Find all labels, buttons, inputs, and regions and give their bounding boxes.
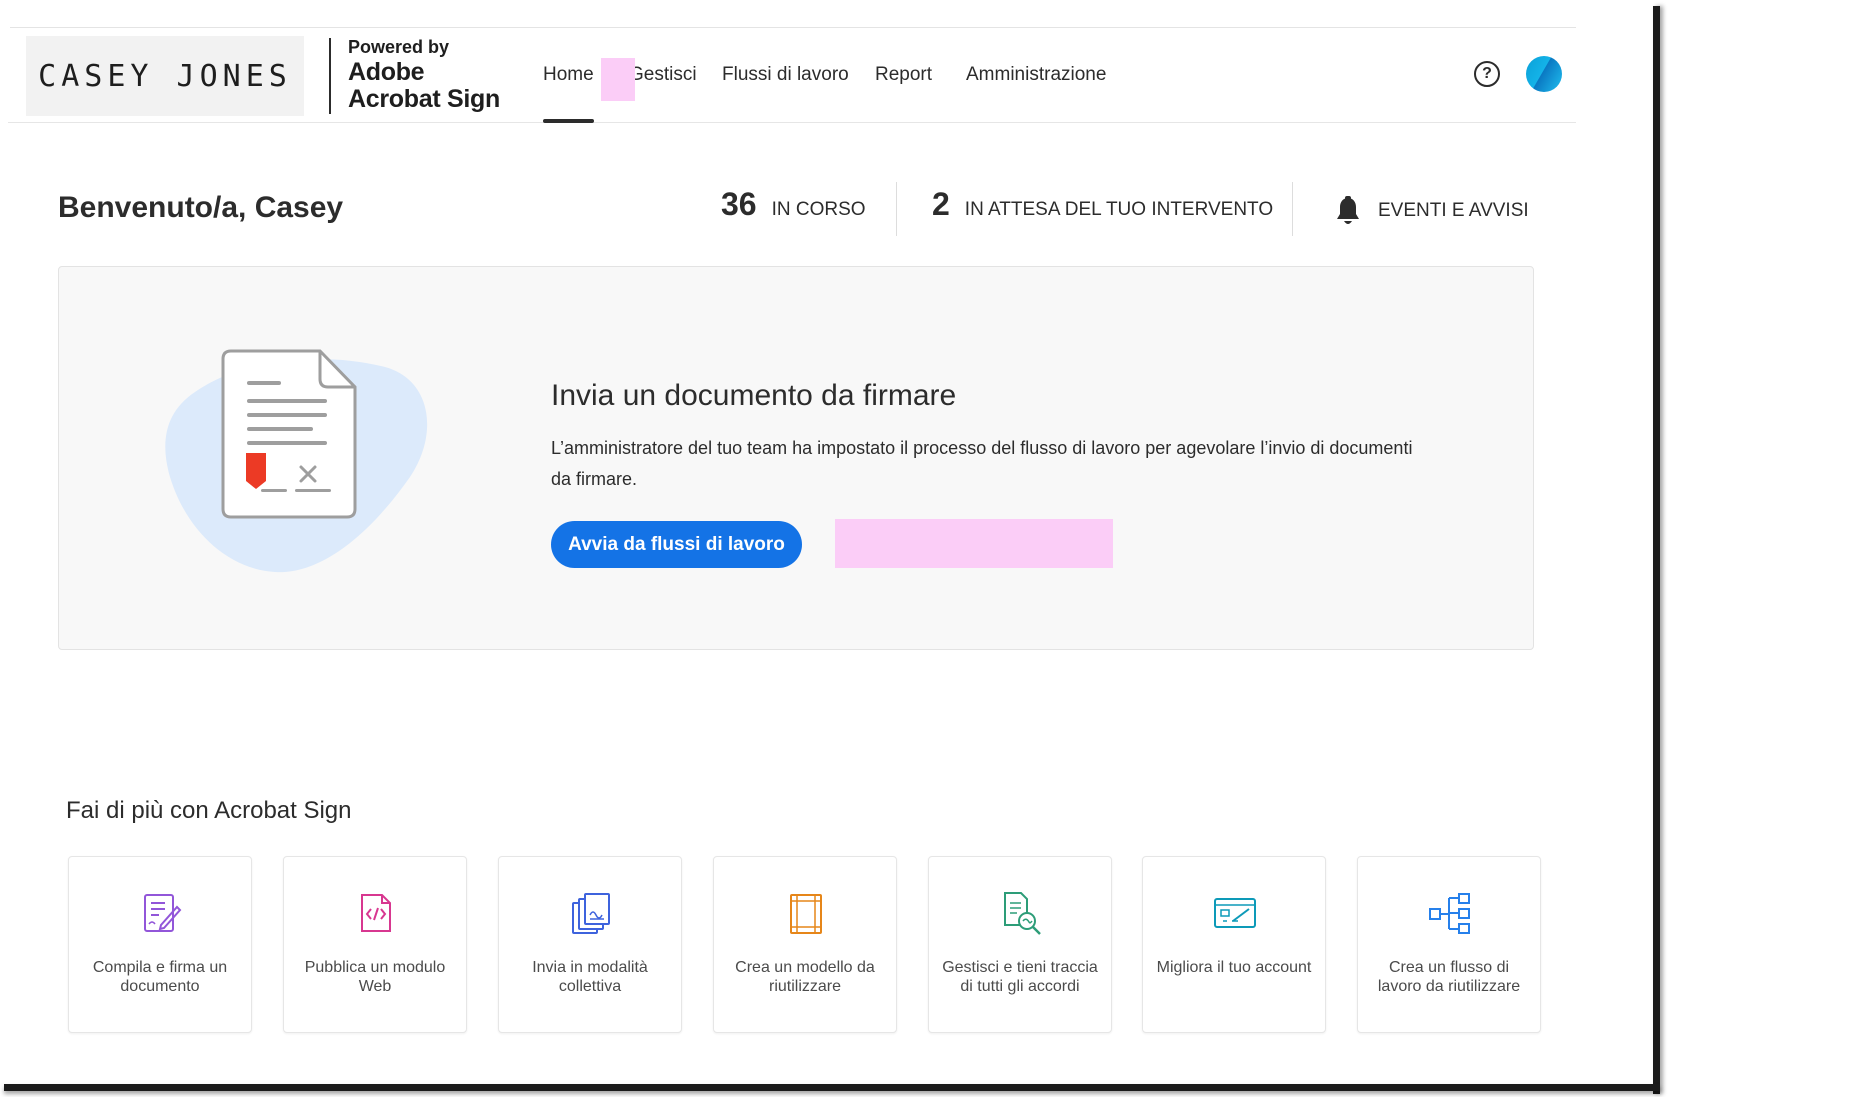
tile-label: Crea un modello da riutilizzare bbox=[735, 959, 875, 995]
stat-divider bbox=[1292, 182, 1293, 236]
tile-template[interactable]: Crea un modello da riutilizzare bbox=[713, 856, 897, 1033]
start-from-workflows-button[interactable]: Avvia da flussi di lavoro bbox=[551, 521, 802, 568]
nav-home[interactable]: Home bbox=[543, 64, 594, 86]
window-frame-bottom bbox=[4, 1084, 1660, 1091]
bell-icon[interactable] bbox=[1334, 196, 1362, 233]
account-upgrade-icon bbox=[1214, 898, 1256, 928]
nav-active-indicator bbox=[543, 119, 594, 123]
tile-bulk-send[interactable]: Invia in modalità collettiva bbox=[498, 856, 682, 1033]
question-circle-icon[interactable]: ? bbox=[1474, 61, 1500, 87]
brand-divider bbox=[329, 38, 331, 114]
window-frame-right bbox=[1653, 6, 1660, 1094]
in-progress-stat[interactable]: 36 IN CORSO bbox=[721, 186, 866, 223]
tile-fill-sign[interactable]: Compila e firma un documento bbox=[68, 856, 252, 1033]
app-header: CASEY JONES Powered by Adobe Acrobat Sig… bbox=[8, 28, 1576, 123]
in-progress-label: IN CORSO bbox=[771, 199, 866, 220]
tile-label: Crea un flusso di lavoro da riutilizzare bbox=[1377, 959, 1521, 995]
manage-track-icon bbox=[1004, 892, 1041, 935]
tile-web-form[interactable]: Pubblica un modulo Web bbox=[283, 856, 467, 1033]
stat-divider bbox=[896, 182, 897, 236]
tile-label: Invia in modalità collettiva bbox=[532, 959, 648, 995]
nav-gestisci[interactable]: Gestisci bbox=[629, 64, 697, 86]
tile-manage-track[interactable]: Gestisci e tieni traccia di tutti gli ac… bbox=[928, 856, 1112, 1033]
tile-label: Pubblica un modulo Web bbox=[304, 959, 446, 995]
in-progress-count: 36 bbox=[721, 186, 757, 222]
tile-label: Migliora il tuo account bbox=[1156, 959, 1312, 976]
waiting-count: 2 bbox=[932, 186, 950, 222]
product-branding: Powered by Adobe Acrobat Sign bbox=[348, 38, 500, 112]
company-logo[interactable]: CASEY JONES bbox=[26, 36, 304, 116]
events-alerts-link[interactable]: EVENTI E AVVISI bbox=[1378, 200, 1529, 222]
nav-flussi-di-lavoro[interactable]: Flussi di lavoro bbox=[722, 64, 849, 86]
tile-workflow[interactable]: Crea un flusso di lavoro da riutilizzare bbox=[1357, 856, 1541, 1033]
tile-account-upgrade[interactable]: Migliora il tuo account bbox=[1142, 856, 1326, 1033]
send-document-description: L’amministratore del tuo team ha imposta… bbox=[551, 438, 1413, 489]
bulk-send-icon bbox=[572, 893, 610, 934]
tile-label: Gestisci e tieni traccia di tutti gli ac… bbox=[942, 959, 1098, 995]
company-logo-text: CASEY JONES bbox=[38, 58, 292, 94]
workflow-icon bbox=[1429, 893, 1470, 934]
waiting-stat[interactable]: 2 IN ATTESA DEL TUO INTERVENTO bbox=[932, 186, 1273, 223]
redaction-block bbox=[601, 58, 635, 101]
product-name-line1: Adobe bbox=[348, 58, 425, 86]
redaction-block bbox=[835, 519, 1113, 568]
nav-report[interactable]: Report bbox=[875, 64, 932, 86]
tile-label: Compila e firma un documento bbox=[92, 959, 228, 995]
send-document-title: Invia un documento da firmare bbox=[551, 379, 957, 412]
more-section-title: Fai di più con Acrobat Sign bbox=[66, 797, 352, 824]
send-document-card: Invia un documento da firmare L’amminist… bbox=[58, 266, 1534, 650]
powered-by-label: Powered by bbox=[348, 37, 450, 57]
web-form-icon bbox=[361, 894, 391, 932]
fill-sign-icon bbox=[144, 894, 182, 932]
waiting-label: IN ATTESA DEL TUO INTERVENTO bbox=[964, 199, 1274, 220]
document-signature-illustration bbox=[155, 337, 455, 602]
template-icon bbox=[790, 894, 822, 934]
product-name-line2: Acrobat Sign bbox=[348, 85, 500, 113]
nav-amministrazione[interactable]: Amministrazione bbox=[966, 64, 1106, 86]
page-title: Benvenuto/a, Casey bbox=[58, 191, 344, 224]
avatar[interactable] bbox=[1526, 56, 1562, 92]
